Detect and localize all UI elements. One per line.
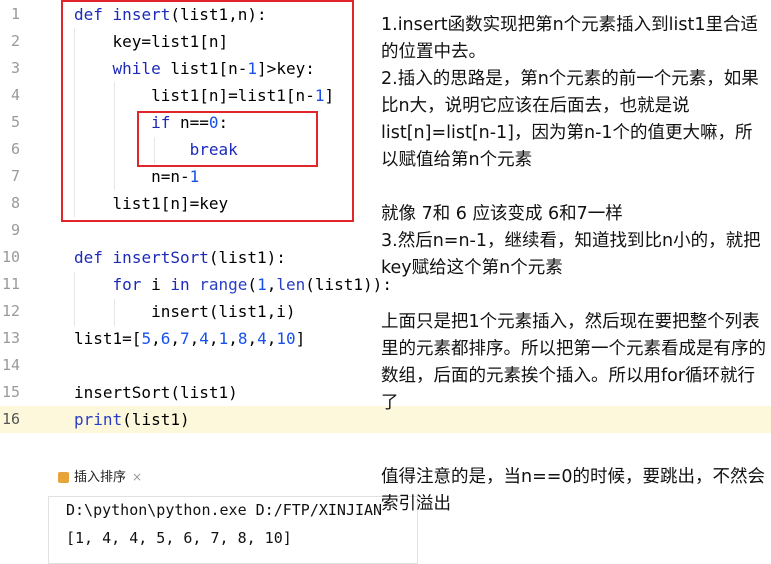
line-number: 16 <box>1 410 20 428</box>
run-tab[interactable]: 插入排序 × <box>48 462 152 492</box>
line-number: 13 <box>1 329 20 347</box>
line-number: 6 <box>10 140 20 158</box>
explanation-paragraph: 就像 7和 6 应该变成 6和7一样 <box>381 204 623 224</box>
close-tab-icon[interactable]: × <box>132 470 142 484</box>
run-tab-label: 插入排序 <box>74 470 127 485</box>
console-result-line: [1, 4, 4, 5, 6, 7, 8, 10] <box>66 529 292 547</box>
code-text[interactable]: insertSort(list1) <box>74 379 238 406</box>
explanation-text: 1.insert函数实现把第n个元素插入到list1里合适的位置中去。 2.插入… <box>381 12 766 417</box>
indent-guide <box>74 272 75 326</box>
line-number: 14 <box>1 356 20 374</box>
if-break-highlight-box <box>137 111 318 167</box>
line-number: 7 <box>10 167 20 185</box>
line-number: 15 <box>1 383 20 401</box>
explanation-paragraph: 1.insert函数实现把第n个元素插入到list1里合适的位置中去。 <box>381 15 759 62</box>
line-number: 9 <box>10 221 20 239</box>
explanation-note: 值得注意的是，当n==0的时候，要跳出，不然会索引溢出 <box>381 464 766 518</box>
line-number: 4 <box>10 86 20 104</box>
console-output[interactable]: D:\python\python.exe D:/FTP/XINJIAN [1, … <box>48 496 418 564</box>
line-number: 8 <box>10 194 20 212</box>
line-number: 5 <box>10 113 20 131</box>
explanation-paragraph: 上面只是把1个元素插入，然后现在要把整个列表里的元素都排序。所以把第一个元素看成… <box>381 312 766 413</box>
line-number: 11 <box>1 275 20 293</box>
code-text[interactable]: def insertSort(list1): <box>74 244 286 271</box>
line-number: 3 <box>10 59 20 77</box>
explanation-paragraph: 值得注意的是，当n==0的时候，要跳出，不然会索引溢出 <box>381 467 766 514</box>
line-number: 10 <box>1 248 20 266</box>
code-text[interactable]: insert(list1,i) <box>74 298 296 325</box>
explanation-paragraph: 2.插入的思路是，第n个元素的前一个元素，如果比n大，说明它应该在后面去，也就是… <box>381 69 759 170</box>
code-text[interactable]: print(list1) <box>74 406 190 433</box>
python-file-icon <box>58 472 69 483</box>
indent-guide <box>114 299 115 326</box>
console-command-line: D:\python\python.exe D:/FTP/XINJIAN <box>66 501 383 519</box>
code-text[interactable]: list1=[5,6,7,4,1,8,4,10] <box>74 325 305 352</box>
line-number: 12 <box>1 302 20 320</box>
explanation-paragraph: 3.然后n=n-1，继续看，知道找到比n小的，就把key赋给这个第n个元素 <box>381 231 761 278</box>
code-text[interactable]: for i in range(1,len(list1)): <box>74 271 392 298</box>
line-number: 2 <box>10 32 20 50</box>
line-number: 1 <box>10 5 20 23</box>
